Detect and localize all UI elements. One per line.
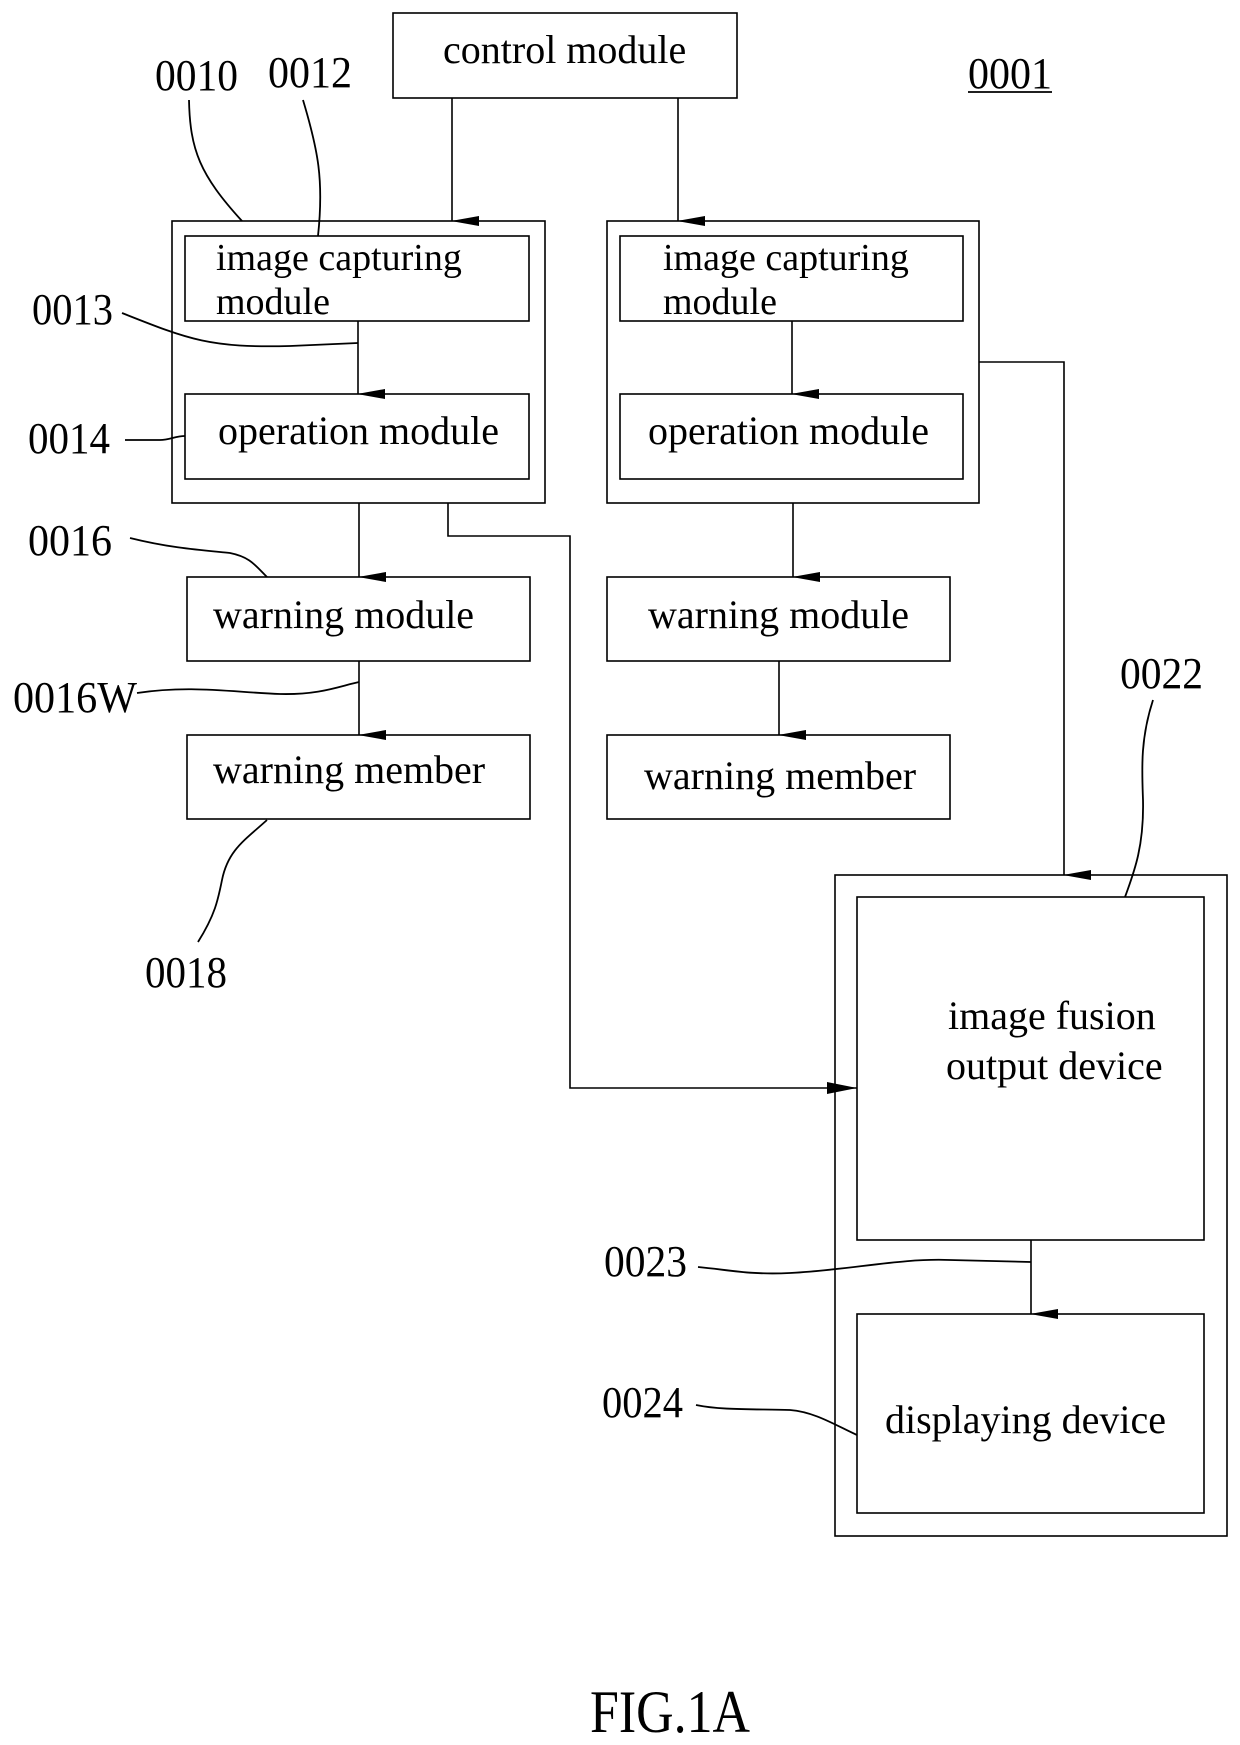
- ref-0022: 0022: [1120, 649, 1203, 698]
- leader-0016W: [136, 681, 360, 695]
- ref-0023: 0023: [604, 1237, 687, 1286]
- ref-0013: 0013: [32, 285, 113, 334]
- ref-0018: 0018: [145, 948, 227, 997]
- ref-0014: 0014: [28, 414, 110, 463]
- right-warning-module-label: warning module: [648, 592, 909, 637]
- right-image-capturing-label-line1: image capturing: [663, 237, 909, 279]
- ref-0012: 0012: [268, 48, 352, 97]
- left-warning-module-label: warning module: [213, 592, 474, 637]
- ref-0010: 0010: [155, 51, 238, 100]
- control-module-block: control module: [392, 12, 738, 99]
- patent-block-diagram: control module 0001 image capturing modu…: [13, 12, 1228, 1745]
- right-image-capturing-label-line2: module: [663, 281, 777, 323]
- system-ref-numeral: 0001: [968, 49, 1052, 98]
- leader-0012: [302, 99, 322, 237]
- left-image-capturing-label-line2: module: [216, 281, 330, 323]
- left-image-capturing-label-line1: image capturing: [216, 237, 462, 279]
- leader-0022: [1124, 699, 1154, 898]
- displaying-device-label: displaying device: [885, 1397, 1166, 1442]
- system-reference: 0001: [968, 49, 1052, 98]
- right-unit-to-fusion-wire: [979, 361, 1091, 880]
- ref-0016: 0016: [28, 516, 112, 565]
- left-operation-label: operation module: [218, 408, 499, 453]
- right-operation-label: operation module: [648, 408, 929, 453]
- control-module-label: control module: [443, 27, 686, 72]
- left-warning-member-label: warning member: [213, 747, 485, 792]
- leader-0016: [129, 537, 268, 578]
- right-camera-unit: image capturing module operation module: [606, 220, 980, 504]
- ref-0024: 0024: [602, 1378, 683, 1427]
- ref-0016W: 0016W: [13, 673, 137, 722]
- right-warning-member-label: warning member: [644, 753, 916, 798]
- fusion-unit: image fusion output device displaying de…: [834, 874, 1228, 1537]
- image-fusion-label-line1: image fusion: [948, 993, 1156, 1038]
- figure-caption: FIG.1A: [590, 1679, 750, 1745]
- leader-0010: [188, 99, 243, 222]
- image-fusion-label-line2: output device: [946, 1043, 1163, 1088]
- leader-0018: [197, 819, 268, 943]
- leader-0024: [695, 1404, 858, 1436]
